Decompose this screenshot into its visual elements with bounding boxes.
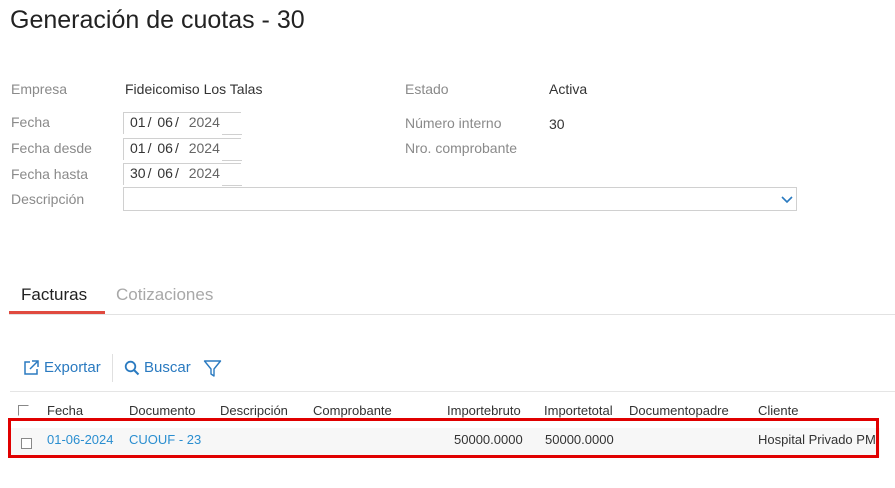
fecha-label: Fecha	[11, 114, 50, 130]
column-header[interactable]: Importebruto	[447, 403, 521, 418]
column-header[interactable]: Documentopadre	[629, 403, 729, 418]
page-title: Generación de cuotas - 30	[10, 6, 305, 34]
estado-label: Estado	[405, 81, 449, 97]
tab-active-indicator	[9, 311, 105, 314]
search-label: Buscar	[144, 359, 191, 376]
search-icon	[124, 360, 140, 375]
numero-interno-label: Número interno	[405, 115, 502, 131]
column-header[interactable]: Fecha	[47, 403, 83, 418]
chevron-down-icon[interactable]	[780, 192, 794, 206]
fecha-hasta-day[interactable]: 30	[130, 164, 146, 183]
numero-interno-value: 30	[549, 116, 565, 132]
fecha-date-input[interactable]: 01/ 06/ 2024	[123, 112, 241, 134]
fecha-year[interactable]: 2024	[189, 113, 220, 132]
column-header[interactable]: Importetotal	[544, 403, 613, 418]
table-top-border	[10, 391, 895, 392]
fecha-desde-month[interactable]: 06	[157, 139, 173, 158]
empresa-value: Fideicomiso Los Talas	[125, 81, 263, 97]
export-label: Exportar	[44, 359, 101, 376]
export-button[interactable]: Exportar	[23, 359, 101, 376]
filter-icon[interactable]	[203, 359, 222, 378]
fecha-desde-date-input[interactable]: 01/ 06/ 2024	[123, 138, 241, 160]
fecha-underline	[222, 134, 242, 135]
estado-value: Activa	[549, 81, 588, 97]
tabs-divider	[9, 314, 895, 315]
fecha-desde-year[interactable]: 2024	[189, 139, 220, 158]
fecha-hasta-label: Fecha hasta	[11, 166, 89, 182]
nro-comprobante-label: Nro. comprobante	[405, 140, 518, 156]
row-highlight-box	[8, 418, 879, 458]
column-header[interactable]: Comprobante	[313, 403, 392, 418]
fecha-desde-day[interactable]: 01	[130, 139, 146, 158]
fecha-desde-label: Fecha desde	[11, 140, 92, 156]
column-header[interactable]: Documento	[129, 403, 195, 418]
column-header[interactable]: Descripción	[220, 403, 288, 418]
fecha-hasta-month[interactable]: 06	[157, 164, 173, 183]
descripcion-select[interactable]	[123, 187, 797, 211]
tab-facturas[interactable]: Facturas	[21, 285, 87, 305]
empresa-label: Empresa	[11, 81, 68, 97]
column-header[interactable]: Cliente	[758, 403, 798, 418]
fecha-desde-underline	[222, 160, 242, 161]
search-button[interactable]: Buscar	[124, 359, 191, 376]
external-link-icon	[24, 360, 39, 375]
descripcion-label: Descripción	[11, 191, 85, 207]
fecha-day[interactable]: 01	[130, 113, 146, 132]
fecha-month[interactable]: 06	[157, 113, 173, 132]
fecha-hasta-underline	[222, 185, 242, 186]
tab-cotizaciones[interactable]: Cotizaciones	[116, 285, 213, 305]
fecha-hasta-date-input[interactable]: 30/ 06/ 2024	[123, 163, 241, 185]
toolbar-separator	[112, 354, 113, 382]
fecha-hasta-year[interactable]: 2024	[189, 164, 220, 183]
